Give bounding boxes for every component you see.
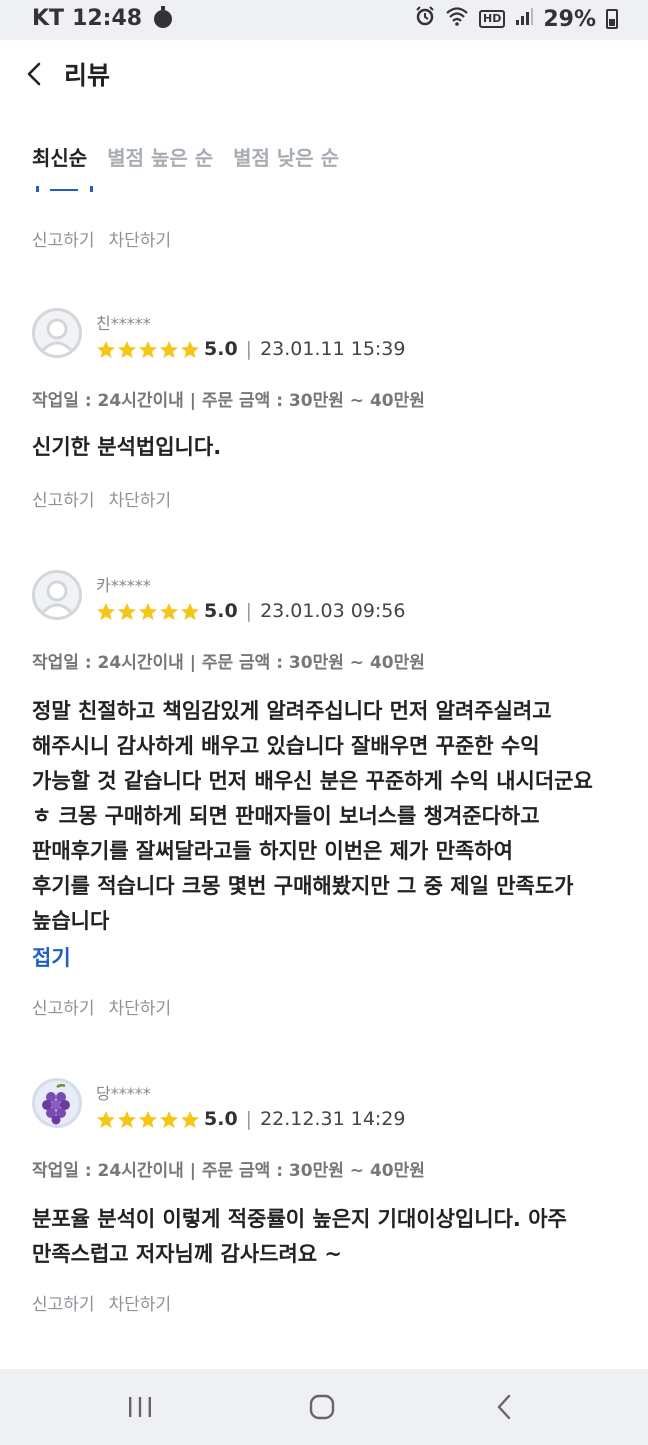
default-avatar-icon <box>32 570 82 620</box>
reviewer-nickname: 당***** <box>96 1084 151 1103</box>
review-date: 22.12.31 14:29 <box>260 1108 406 1130</box>
page-title: 리뷰 <box>64 61 111 90</box>
review-text-line: 신기한 분석법입니다. <box>32 435 222 459</box>
review-actions: 신고하기 차단하기 <box>32 994 171 1019</box>
sort-tab-latest[interactable]: 최신순 <box>32 142 87 171</box>
battery-icon <box>606 9 618 29</box>
app-header: 리뷰 <box>0 40 648 108</box>
review-text: 정말 친절하고 책임감있게 알려주십니다 먼저 알려주실려고 해주시니 감사하게… <box>32 694 622 939</box>
review-text-line: 가능할 것 같습니다 먼저 배우신 분은 꾸준하게 수익 내시더군요 <box>32 769 593 793</box>
home-button[interactable] <box>292 1387 352 1427</box>
star-icon <box>97 603 115 620</box>
review-text-line: 후기를 적습니다 크몽 몇번 구매해봤지만 그 중 제일 만족도가 <box>32 874 574 898</box>
report-button[interactable]: 신고하기 <box>32 486 95 511</box>
recent-apps-icon <box>129 1397 151 1417</box>
separator: | <box>245 600 253 622</box>
star-rating <box>96 340 200 360</box>
review-text: 분포율 분석이 이렇게 적중률이 높은지 기대이상입니다. 아주 만족스럽고 저… <box>32 1202 622 1272</box>
home-icon <box>309 1394 335 1420</box>
chevron-left-icon <box>27 62 41 86</box>
carrier-label: KT <box>32 6 65 31</box>
star-icon <box>139 603 157 620</box>
star-icon <box>181 603 199 620</box>
block-button[interactable]: 차단하기 <box>109 226 172 251</box>
star-icon <box>160 1111 178 1128</box>
rating-line: 5.0 | 23.01.03 09:56 <box>204 600 405 622</box>
star-icon <box>118 1111 136 1128</box>
default-avatar-icon <box>32 308 82 358</box>
separator: | <box>245 338 253 360</box>
grape-avatar-icon <box>32 1078 82 1128</box>
review-text-line: 정말 친절하고 책임감있게 알려주십니다 먼저 알려주실려고 <box>32 699 552 723</box>
review-text-line: 만족스럽고 저자님께 감사드려요 ~ <box>32 1242 343 1266</box>
sort-tab-rating-high[interactable]: 별점 높은 순 <box>107 142 213 171</box>
status-right: HD 29% <box>415 6 618 32</box>
rating-score: 5.0 <box>204 338 238 360</box>
wifi-icon <box>445 6 469 32</box>
review-meta: 작업일 : 24시간이내 | 주문 금액 : 30만원 ~ 40만원 <box>32 653 425 673</box>
fold-button[interactable]: 접기 <box>32 942 71 972</box>
review-text-line: ㅎ 크몽 구매하게 되면 판매자들이 보너스를 챙겨준다하고 <box>32 804 540 828</box>
rating-line: 5.0 | 22.12.31 14:29 <box>204 1108 405 1130</box>
back-arrow-icon <box>497 1394 511 1420</box>
review-text: 신기한 분석법입니다. <box>32 430 622 465</box>
report-button[interactable]: 신고하기 <box>32 226 95 251</box>
reviewer-nickname: 카***** <box>96 576 151 595</box>
review-actions: 신고하기 차단하기 <box>32 486 171 511</box>
review-actions-prev: 신고하기 차단하기 <box>32 226 171 251</box>
status-left: KT 12:48 <box>32 5 173 31</box>
star-icon <box>181 341 199 358</box>
system-back-button[interactable] <box>474 1387 534 1427</box>
review-text-line: 판매후기를 잘써달라고들 하지만 이번은 제가 만족하여 <box>32 839 513 863</box>
battery-percent: 29% <box>543 6 596 32</box>
review-text-line: 분포율 분석이 이렇게 적중률이 높은지 기대이상입니다. 아주 <box>32 1207 567 1231</box>
report-button[interactable]: 신고하기 <box>32 1290 95 1315</box>
block-button[interactable]: 차단하기 <box>109 1290 172 1315</box>
recent-apps-button[interactable] <box>110 1387 170 1427</box>
star-rating <box>96 1110 200 1130</box>
review-text-line: 해주시니 감사하게 배우고 있습니다 잘배우면 꾸준한 수익 <box>32 734 540 758</box>
star-icon <box>139 341 157 358</box>
star-icon <box>118 603 136 620</box>
rating-score: 5.0 <box>204 600 238 622</box>
review-actions: 신고하기 차단하기 <box>32 1290 171 1315</box>
stopwatch-icon <box>154 5 173 28</box>
clock: 12:48 <box>72 6 143 31</box>
star-icon <box>160 341 178 358</box>
star-icon <box>181 1111 199 1128</box>
system-nav-bar <box>0 1369 648 1445</box>
clipped-content-fragment <box>36 186 93 192</box>
signal-icon <box>515 7 534 32</box>
rating-score: 5.0 <box>204 1108 238 1130</box>
star-icon <box>160 603 178 620</box>
sort-tab-rating-low[interactable]: 별점 낮은 순 <box>233 142 339 171</box>
star-icon <box>97 1111 115 1128</box>
block-button[interactable]: 차단하기 <box>109 486 172 511</box>
report-button[interactable]: 신고하기 <box>32 994 95 1019</box>
back-button[interactable] <box>16 54 52 94</box>
review-date: 23.01.03 09:56 <box>260 600 406 622</box>
review-meta: 작업일 : 24시간이내 | 주문 금액 : 30만원 ~ 40만원 <box>32 391 425 411</box>
alarm-icon <box>415 6 435 32</box>
star-icon <box>139 1111 157 1128</box>
status-bar: KT 12:48 HD 29% <box>0 0 648 40</box>
reviewer-nickname: 친***** <box>96 314 151 333</box>
block-button[interactable]: 차단하기 <box>109 994 172 1019</box>
review-meta: 작업일 : 24시간이내 | 주문 금액 : 30만원 ~ 40만원 <box>32 1161 425 1181</box>
rating-line: 5.0 | 23.01.11 15:39 <box>204 338 405 360</box>
hd-icon: HD <box>478 10 506 28</box>
separator: | <box>245 1108 253 1130</box>
sort-tabs: 최신순 별점 높은 순 별점 낮은 순 <box>32 142 339 171</box>
review-date: 23.01.11 15:39 <box>260 338 406 360</box>
star-rating <box>96 602 200 622</box>
star-icon <box>97 341 115 358</box>
review-text-line: 높습니다 <box>32 909 110 933</box>
star-icon <box>118 341 136 358</box>
